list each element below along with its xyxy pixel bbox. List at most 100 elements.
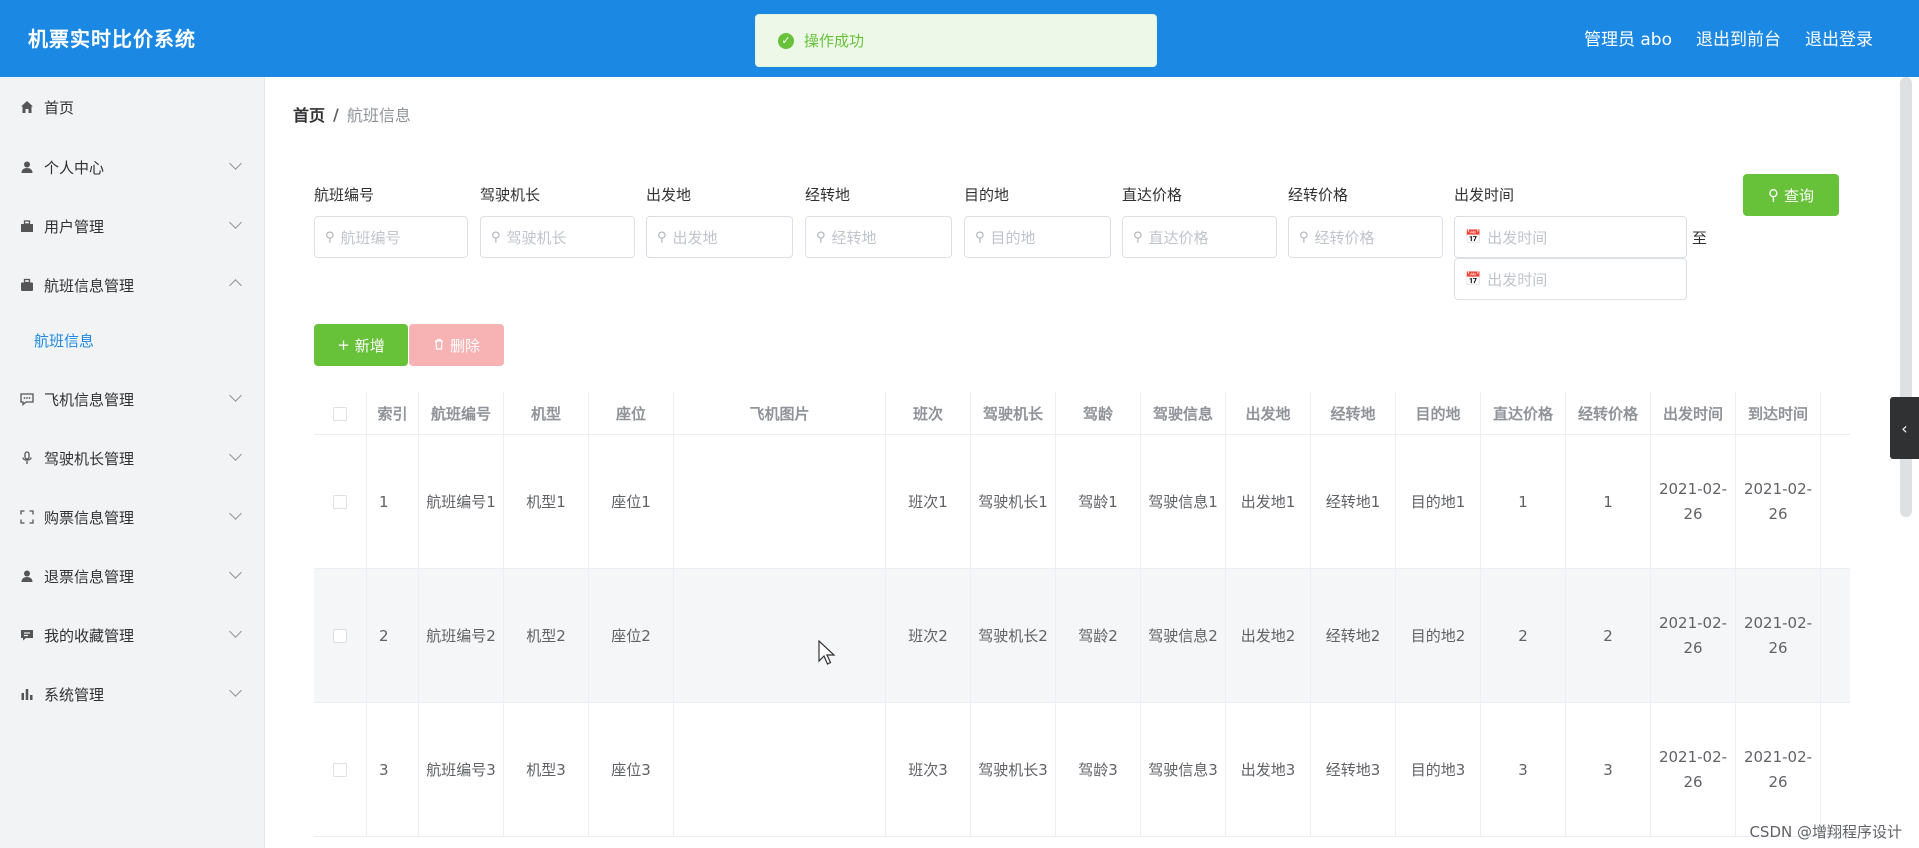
- table-cell: 机型1: [504, 435, 589, 569]
- chevron-down-icon: [229, 157, 242, 170]
- table-cell: 机型2: [504, 569, 589, 703]
- message-icon: [18, 626, 36, 644]
- table-cell: 出发地1: [1226, 435, 1311, 569]
- suitcase-icon: [18, 217, 36, 235]
- filter-label-captain: 驾驶机长: [480, 186, 541, 204]
- table-cell: 经转地2: [1311, 569, 1396, 703]
- table-cell: 班次2: [886, 569, 971, 703]
- column-header[interactable]: 经转地: [1311, 392, 1396, 435]
- departure-time-end-input[interactable]: 📅 出发时间: [1454, 258, 1687, 300]
- transit-input[interactable]: ⚲ 经转地: [805, 216, 952, 258]
- captain-input[interactable]: ⚲ 驾驶机长: [480, 216, 635, 258]
- logout-link[interactable]: 退出登录: [1805, 25, 1873, 50]
- app-title: 机票实时比价系统: [28, 27, 196, 51]
- filter-label-transit: 经转地: [805, 186, 851, 204]
- column-header[interactable]: 飞机图片: [674, 392, 886, 435]
- delete-button[interactable]: 删除: [409, 324, 504, 366]
- back-to-frontend-link[interactable]: 退出到前台: [1696, 25, 1781, 50]
- add-button[interactable]: + 新增: [314, 324, 408, 366]
- column-header[interactable]: 座位: [589, 392, 674, 435]
- table-cell: 1: [367, 435, 419, 569]
- sidebar-item-ticket-management[interactable]: 购票信息管理: [0, 497, 265, 537]
- table-cell: 驾驶机长3: [971, 703, 1056, 837]
- column-header[interactable]: 出发时间: [1651, 392, 1736, 435]
- row-checkbox[interactable]: [333, 763, 347, 777]
- sidebar-item-label: 个人中心: [44, 158, 105, 177]
- chevron-down-icon: [229, 566, 242, 579]
- departure-input[interactable]: ⚲ 出发地: [646, 216, 793, 258]
- date-range-separator: 至: [1692, 229, 1708, 247]
- column-header[interactable]: 索引: [367, 392, 419, 435]
- query-button[interactable]: ⚲ 查询: [1743, 174, 1839, 216]
- table-cell: 驾驶机长2: [971, 569, 1056, 703]
- trash-icon: [433, 336, 445, 354]
- search-icon: ⚲: [491, 229, 501, 245]
- direct-price-input[interactable]: ⚲ 直达价格: [1122, 216, 1277, 258]
- input-placeholder: 经转价格: [1314, 228, 1375, 247]
- sidebar-item-refund-management[interactable]: 退票信息管理: [0, 556, 265, 596]
- table-cell-image: [674, 435, 886, 569]
- filter-label-destination: 目的地: [964, 186, 1010, 204]
- departure-time-start-input[interactable]: 📅 出发时间: [1454, 216, 1687, 258]
- table-row[interactable]: 1 航班编号1 机型1 座位1 班次1 驾驶机长1 驾龄1 驾驶信息1 出发地1…: [314, 435, 1850, 569]
- table-cell: 目的地3: [1396, 703, 1481, 837]
- search-icon: ⚲: [1299, 229, 1309, 245]
- flight-no-input[interactable]: ⚲ 航班编号: [314, 216, 468, 258]
- filter-label-departure-time: 出发时间: [1454, 186, 1515, 204]
- sidebar-item-flight-management[interactable]: 航班信息管理: [0, 265, 265, 305]
- column-header[interactable]: 驾龄: [1056, 392, 1141, 435]
- sidebar-item-label: 系统管理: [44, 685, 105, 704]
- input-placeholder: 直达价格: [1148, 228, 1209, 247]
- table-cell: 2021-02-26: [1736, 569, 1821, 703]
- table-cell-image: [674, 569, 886, 703]
- sidebar-item-system-management[interactable]: 系统管理: [0, 674, 265, 714]
- fullscreen-icon: [18, 508, 36, 526]
- select-all-checkbox[interactable]: [333, 406, 347, 421]
- search-icon: ⚲: [1767, 186, 1779, 204]
- table-row[interactable]: 2 航班编号2 机型2 座位2 班次2 驾驶机长2 驾龄2 驾驶信息2 出发地2…: [314, 569, 1850, 703]
- destination-input[interactable]: ⚲ 目的地: [964, 216, 1111, 258]
- sidebar-item-captain-management[interactable]: 驾驶机长管理: [0, 438, 265, 478]
- column-header[interactable]: 目的地: [1396, 392, 1481, 435]
- table-cell: 2: [1566, 569, 1651, 703]
- transit-price-input[interactable]: ⚲ 经转价格: [1288, 216, 1443, 258]
- sidebar-item-plane-management[interactable]: 飞机信息管理: [0, 379, 265, 419]
- column-header[interactable]: 经转价格: [1566, 392, 1651, 435]
- row-checkbox[interactable]: [333, 495, 347, 509]
- column-header[interactable]: 机型: [504, 392, 589, 435]
- sidebar-item-user-management[interactable]: 用户管理: [0, 206, 265, 246]
- row-checkbox[interactable]: [333, 629, 347, 643]
- table-cell: 驾驶信息3: [1141, 703, 1226, 837]
- column-header[interactable]: 到达时间: [1736, 392, 1821, 435]
- home-icon: [18, 98, 36, 116]
- input-placeholder: 经转地: [831, 228, 877, 247]
- table-cell: 2021-02-26: [1736, 703, 1821, 837]
- collapse-panel-handle[interactable]: ‹: [1890, 397, 1919, 459]
- table-cell: 经转地1: [1311, 435, 1396, 569]
- input-placeholder: 驾驶机长: [506, 228, 567, 247]
- column-header[interactable]: 驾驶信息: [1141, 392, 1226, 435]
- chevron-down-icon: [229, 507, 242, 520]
- table-row[interactable]: 3 航班编号3 机型3 座位3 班次3 驾驶机长3 驾龄3 驾驶信息3 出发地3…: [314, 703, 1850, 837]
- filter-label-transit-price: 经转价格: [1288, 186, 1349, 204]
- search-icon: ⚲: [325, 229, 335, 245]
- sidebar-subitem-label: 航班信息: [34, 331, 95, 350]
- column-header[interactable]: 直达价格: [1481, 392, 1566, 435]
- table-cell: 班次1: [886, 435, 971, 569]
- mouse-cursor-icon: [818, 640, 836, 665]
- chevron-up-icon: [229, 279, 242, 292]
- sidebar-item-personal-center[interactable]: 个人中心: [0, 147, 265, 187]
- sidebar-item-home[interactable]: 首页: [0, 87, 265, 127]
- microphone-icon: [18, 449, 36, 467]
- breadcrumb-home[interactable]: 首页: [293, 102, 325, 126]
- column-header[interactable]: 航班编号: [419, 392, 504, 435]
- column-header[interactable]: 班次: [886, 392, 971, 435]
- sidebar-subitem-flight-info[interactable]: 航班信息: [0, 320, 265, 360]
- toast-message: 操作成功: [804, 32, 865, 50]
- admin-user-link[interactable]: 管理员 abo: [1584, 25, 1672, 50]
- column-header[interactable]: 出发地: [1226, 392, 1311, 435]
- chevron-down-icon: [229, 216, 242, 229]
- column-header[interactable]: 驾驶机长: [971, 392, 1056, 435]
- sidebar-item-favorites-management[interactable]: 我的收藏管理: [0, 615, 265, 655]
- sidebar-item-label: 购票信息管理: [44, 508, 135, 527]
